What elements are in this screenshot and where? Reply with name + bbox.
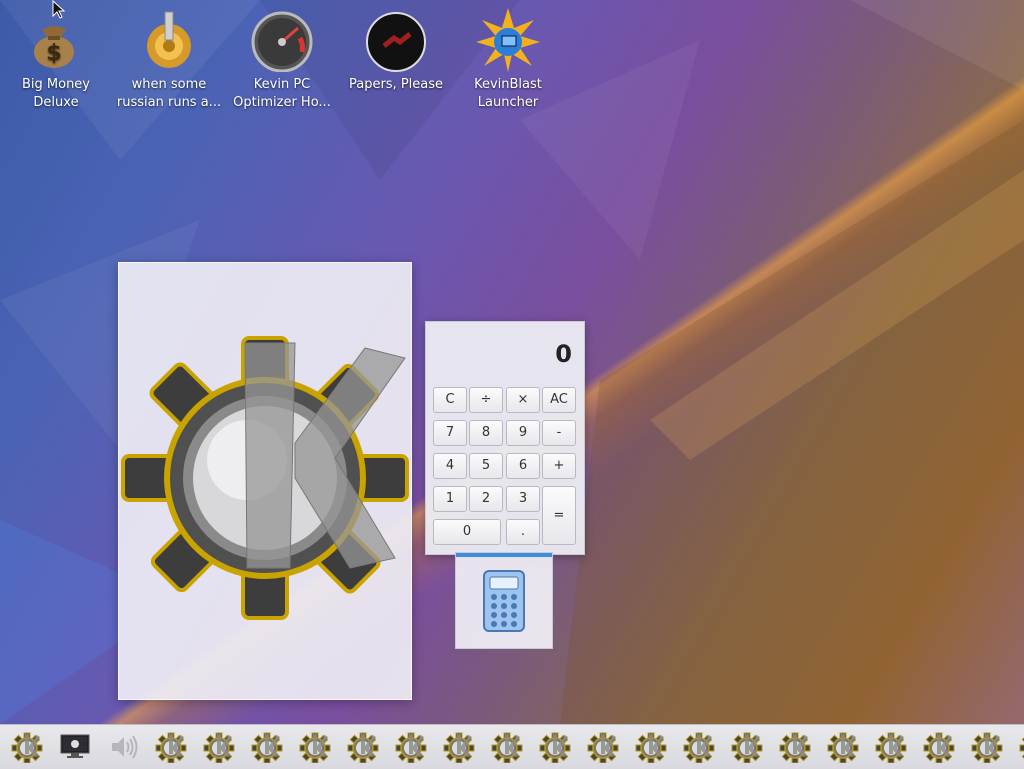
desktop-icon-label: Kevin PC Optimizer Ho... [233, 77, 331, 110]
kde-gear-icon [11, 732, 43, 764]
calc-button-8[interactable]: 8 [469, 420, 503, 446]
active-indicator [456, 553, 552, 557]
calc-button-0[interactable]: 0 [433, 519, 501, 545]
kde-gear-icon [1019, 734, 1024, 762]
kde-gear-icon [971, 732, 1003, 764]
kde-gear-icon [875, 732, 907, 764]
desktop-icon-label: Papers, Please [348, 77, 444, 92]
taskbar-kde-gear-icon[interactable] [970, 731, 1004, 764]
kde-gear-icon [347, 732, 379, 764]
taskbar-monitor-icon[interactable] [58, 731, 92, 763]
calc-button-multiply[interactable]: × [506, 387, 540, 413]
calc-button-plus[interactable]: + [542, 453, 576, 479]
taskbar-kde-gear-icon[interactable] [826, 731, 860, 764]
taskbar-kde-gear-icon[interactable] [442, 731, 476, 764]
calculator-display: 0 [555, 340, 572, 368]
kde-gear-icon [587, 732, 619, 764]
taskbar-kde-gear-icon[interactable] [154, 731, 188, 764]
kde-gear-icon [203, 732, 235, 764]
taskbar-kde-gear-icon[interactable] [298, 731, 332, 764]
taskbar-speaker-icon[interactable] [106, 731, 140, 763]
taskbar-kde-gear-icon[interactable] [490, 731, 524, 764]
calculator-task-thumbnail[interactable] [455, 552, 553, 649]
taskbar-kde-gear-icon[interactable] [874, 731, 908, 764]
calc-button-decimal[interactable]: . [506, 519, 540, 545]
taskbar-kde-gear-icon[interactable] [586, 731, 620, 764]
desktop-icon-russian[interactable]: when some russian runs a... [113, 4, 225, 112]
taskbar-kde-gear-icon[interactable] [1018, 731, 1024, 763]
taskbar-kde-gear-icon[interactable] [730, 731, 764, 764]
kde-gear-icon [395, 732, 427, 764]
desktop-icon-label: Big Money Deluxe [21, 77, 90, 110]
taskbar-kde-gear-icon[interactable] [682, 731, 716, 764]
calc-button-clear[interactable]: C [433, 387, 467, 413]
calc-button-divide[interactable]: ÷ [469, 387, 503, 413]
calc-button-all-clear[interactable]: AC [542, 387, 576, 413]
kde-gear-icon [635, 732, 667, 764]
taskbar-kde-gear-icon[interactable] [202, 731, 236, 764]
desktop-icon-papers-please[interactable]: Papers, Please [340, 4, 452, 94]
gear-icon [137, 8, 201, 72]
calc-button-5[interactable]: 5 [469, 453, 503, 479]
kde-gear-logo-icon [121, 336, 409, 620]
taskbar-kde-gear-icon[interactable] [778, 731, 812, 764]
kde-gear-icon [443, 732, 475, 764]
kde-gear-icon [827, 732, 859, 764]
calc-button-1[interactable]: 1 [433, 486, 467, 512]
svg-text:$: $ [46, 41, 61, 66]
calc-button-equals[interactable]: = [542, 486, 576, 545]
monitor-icon [60, 734, 90, 758]
kde-gear-icon [155, 732, 187, 764]
calculator-window[interactable]: 0 C ÷ × AC 7 8 9 - 4 5 6 + 1 2 3 = 0 . [425, 321, 585, 555]
taskbar-kde-gear-icon[interactable] [346, 731, 380, 764]
speedometer-icon [250, 8, 314, 73]
desktop-icon-label: when some russian runs a... [116, 77, 222, 110]
kde-gear-icon [779, 732, 811, 764]
calc-button-6[interactable]: 6 [506, 453, 540, 479]
calc-button-2[interactable]: 2 [469, 486, 503, 512]
kde-gear-icon [251, 732, 283, 764]
taskbar-kde-gear-icon[interactable] [634, 731, 668, 764]
desktop-icon-kevin-pc-optimizer[interactable]: Kevin PC Optimizer Ho... [226, 4, 338, 112]
calc-button-4[interactable]: 4 [433, 453, 467, 479]
desktop-icon-label: KevinBlast Launcher [474, 77, 542, 110]
kde-window-preview[interactable] [118, 262, 412, 700]
kde-gear-icon [539, 732, 571, 764]
taskbar-kde-gear-icon[interactable] [10, 731, 44, 764]
taskbar-kde-gear-icon[interactable] [538, 731, 572, 764]
calculator-icon [483, 570, 525, 632]
kde-gear-icon [299, 732, 331, 764]
taskbar-kde-gear-icon[interactable] [922, 731, 956, 764]
desktop-icon-big-money-deluxe[interactable]: $ Big Money Deluxe [0, 4, 112, 112]
papers-please-icon [364, 8, 428, 72]
kde-gear-icon [731, 732, 763, 764]
taskbar-kde-gear-icon[interactable] [250, 731, 284, 764]
kde-gear-icon [923, 732, 955, 764]
calc-button-7[interactable]: 7 [433, 420, 467, 446]
calc-button-9[interactable]: 9 [506, 420, 540, 446]
speaker-icon [112, 735, 138, 759]
kde-gear-icon [683, 732, 715, 764]
taskbar [0, 724, 1024, 769]
taskbar-kde-gear-icon[interactable] [394, 731, 428, 764]
mouse-cursor-icon [52, 0, 66, 19]
calc-button-minus[interactable]: - [542, 420, 576, 446]
desktop-icon-kevinblast-launcher[interactable]: KevinBlast Launcher [452, 4, 564, 112]
kevinblast-icon [476, 8, 540, 72]
kde-gear-icon [491, 732, 523, 764]
calc-button-3[interactable]: 3 [506, 486, 540, 512]
